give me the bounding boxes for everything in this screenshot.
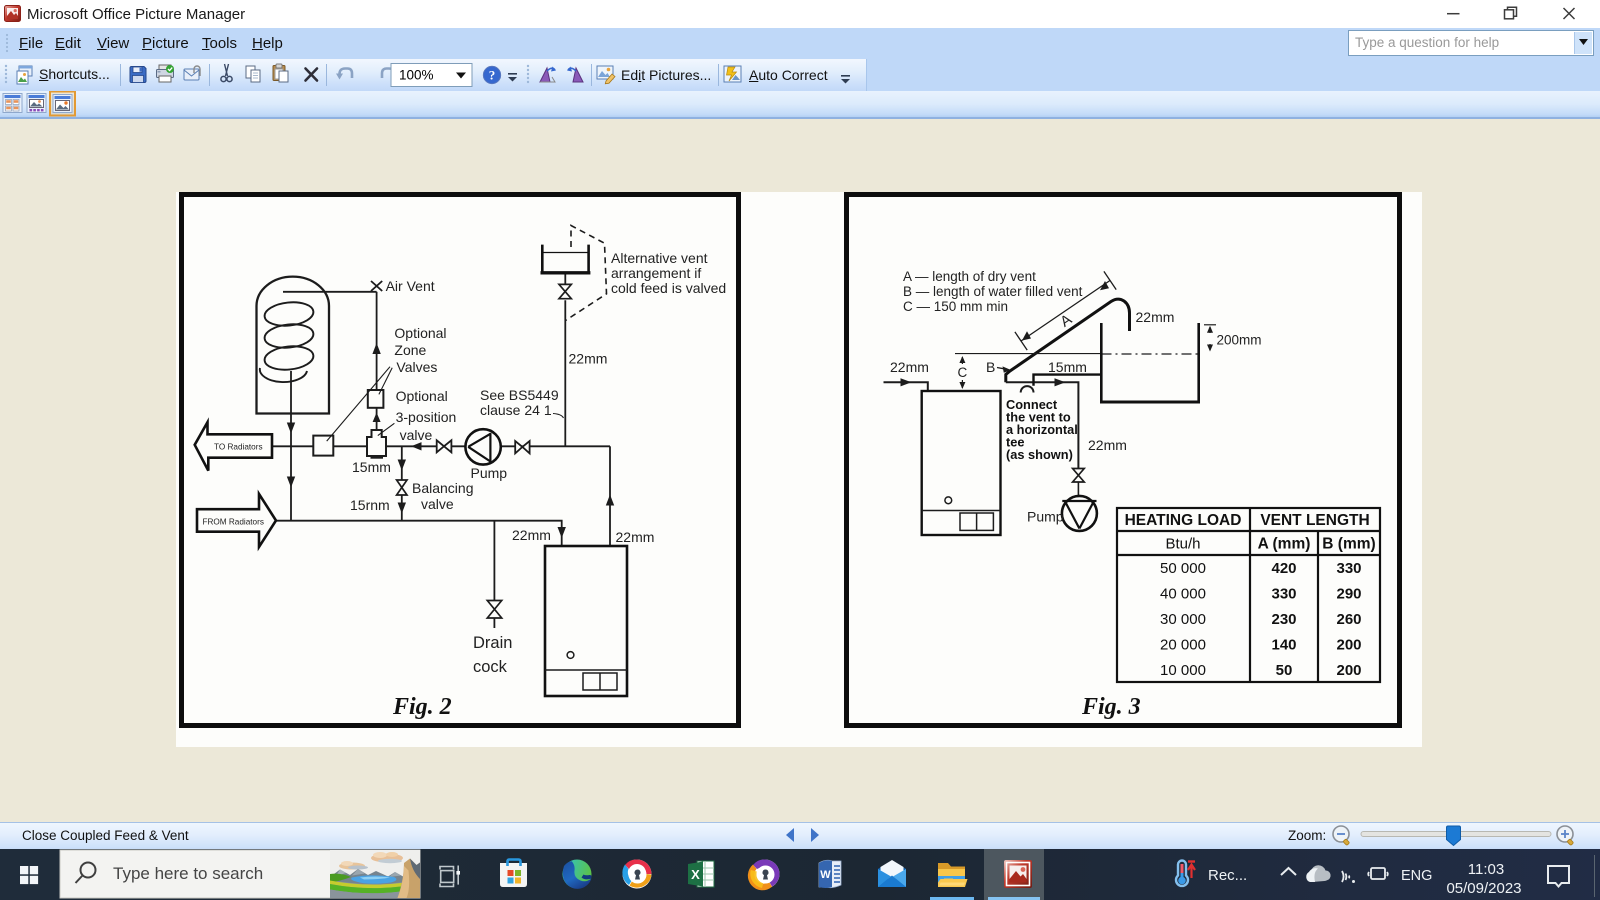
svg-text:11:03: 11:03	[1468, 861, 1504, 878]
svg-text:C: C	[958, 365, 968, 380]
svg-text:B: B	[986, 359, 995, 375]
svg-text:(as shown): (as shown)	[1006, 447, 1073, 462]
svg-text:22mm: 22mm	[569, 351, 608, 367]
svg-text:20 000: 20 000	[1160, 637, 1206, 654]
svg-text:FROM Radiators: FROM Radiators	[203, 518, 264, 527]
svg-text:valve: valve	[400, 427, 433, 443]
svg-text:50: 50	[1276, 662, 1293, 679]
svg-text:W: W	[820, 869, 831, 881]
svg-text:40 000: 40 000	[1160, 586, 1206, 603]
svg-text:420: 420	[1271, 560, 1296, 577]
svg-text:B (mm): B (mm)	[1322, 536, 1375, 553]
svg-text:200: 200	[1336, 637, 1361, 654]
svg-text:15mm: 15mm	[352, 459, 391, 475]
svg-text:22mm: 22mm	[1088, 437, 1127, 453]
svg-text:clause 24 1: clause 24 1	[480, 402, 552, 418]
svg-text:330: 330	[1336, 560, 1361, 577]
svg-text:VENT LENGTH: VENT LENGTH	[1260, 512, 1369, 529]
svg-text:10 000: 10 000	[1160, 662, 1206, 679]
svg-text:22mm: 22mm	[1136, 309, 1175, 325]
svg-text:Fig. 3: Fig. 3	[1081, 694, 1141, 720]
svg-text:arrangement if: arrangement if	[611, 265, 701, 281]
svg-text:15mm: 15mm	[1048, 359, 1087, 375]
svg-text:valve: valve	[421, 496, 454, 512]
svg-text:Type here to search: Type here to search	[113, 864, 263, 883]
svg-text:?: ?	[489, 68, 496, 83]
svg-text:cold feed is valved: cold feed is valved	[611, 280, 726, 296]
svg-text:260: 260	[1336, 611, 1361, 628]
svg-text:230: 230	[1271, 611, 1296, 628]
svg-text:Fig. 2: Fig. 2	[392, 694, 452, 720]
svg-text:3-position: 3-position	[396, 409, 457, 425]
svg-text:15rnm: 15rnm	[350, 497, 390, 513]
svg-text:330: 330	[1271, 586, 1296, 603]
svg-text:Valves: Valves	[396, 359, 437, 375]
svg-text:Air Vent: Air Vent	[386, 278, 435, 294]
svg-text:290: 290	[1336, 586, 1361, 603]
svg-text:A (mm): A (mm)	[1258, 536, 1311, 553]
svg-text:Balancing: Balancing	[412, 480, 474, 496]
svg-text:05/09/2023: 05/09/2023	[1446, 880, 1521, 897]
svg-text:50 000: 50 000	[1160, 560, 1206, 577]
svg-text:Drain: Drain	[473, 634, 512, 652]
svg-text:22mm: 22mm	[616, 529, 655, 545]
svg-text:A — length of dry vent: A — length of dry vent	[903, 269, 1036, 284]
svg-text:X: X	[691, 867, 700, 882]
svg-text:cock: cock	[473, 658, 508, 676]
svg-text:Alternative vent: Alternative vent	[611, 250, 708, 266]
svg-text:ENG: ENG	[1401, 868, 1432, 884]
svg-text:Optional: Optional	[394, 325, 446, 341]
svg-text:B — length of water filled ven: B — length of water filled vent	[903, 284, 1083, 299]
svg-text:Zone: Zone	[394, 342, 426, 358]
svg-text:Optional: Optional	[396, 388, 448, 404]
svg-text:Rec...: Rec...	[1208, 867, 1247, 884]
svg-text:30 000: 30 000	[1160, 611, 1206, 628]
svg-text:100%: 100%	[399, 68, 434, 83]
svg-text:HEATING LOAD: HEATING LOAD	[1125, 512, 1242, 529]
svg-text:200: 200	[1336, 662, 1361, 679]
svg-text:See BS5449: See BS5449	[480, 387, 559, 403]
svg-text:Pump: Pump	[471, 465, 508, 481]
svg-text:TO Radiators: TO Radiators	[214, 443, 263, 452]
svg-text:C — 150 mm min: C — 150 mm min	[903, 299, 1008, 314]
svg-text:Btu/h: Btu/h	[1165, 536, 1200, 553]
svg-text:Pump: Pump	[1027, 509, 1064, 525]
svg-text:22mm: 22mm	[512, 527, 551, 543]
svg-text:200mm: 200mm	[1217, 333, 1262, 348]
svg-text:22mm: 22mm	[890, 359, 929, 375]
svg-text:140: 140	[1271, 637, 1296, 654]
